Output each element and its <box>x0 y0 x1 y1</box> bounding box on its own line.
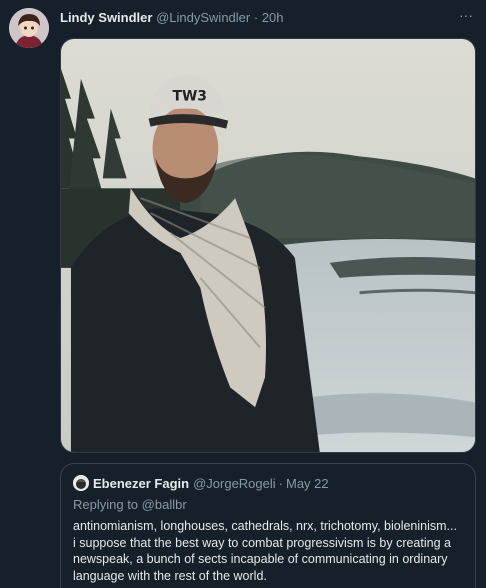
tweet-timestamp[interactable]: 20h <box>262 10 284 25</box>
tweet-header: Lindy Swindler @LindySwindler · 20h <box>60 9 476 27</box>
replying-to-line: Replying to @ballbr <box>73 496 463 513</box>
tweet-media-image[interactable]: TW3 <box>60 38 476 453</box>
quoted-tweet-header: Ebenezer Fagin @JorgeRogeli · May 22 <box>73 474 463 492</box>
quoted-author-handle[interactable]: @JorgeRogeli <box>193 476 276 491</box>
author-handle[interactable]: @LindySwindler <box>156 10 250 25</box>
cap-text: TW3 <box>172 89 207 105</box>
photo-illustration: TW3 <box>61 39 475 452</box>
author-name[interactable]: Lindy Swindler <box>60 10 152 25</box>
quoted-author-name[interactable]: Ebenezer Fagin <box>93 476 189 491</box>
quoted-tweet-timestamp[interactable]: May 22 <box>286 476 329 491</box>
quoted-header-separator: · <box>278 475 283 491</box>
replying-to-label: Replying to <box>73 497 142 512</box>
more-options-icon[interactable]: ··· <box>456 8 476 26</box>
author-avatar[interactable] <box>9 8 49 48</box>
header-separator: · <box>253 10 259 25</box>
quoted-avatar-illustration <box>73 475 89 491</box>
quoted-tweet-card[interactable]: Ebenezer Fagin @JorgeRogeli · May 22 Rep… <box>60 463 476 588</box>
replying-to-mention[interactable]: @ballbr <box>142 497 187 512</box>
quoted-tweet-text: antinomianism, longhouses, cathedrals, n… <box>73 519 457 583</box>
quoted-author-avatar[interactable] <box>73 475 89 491</box>
avatar-illustration <box>9 8 49 48</box>
